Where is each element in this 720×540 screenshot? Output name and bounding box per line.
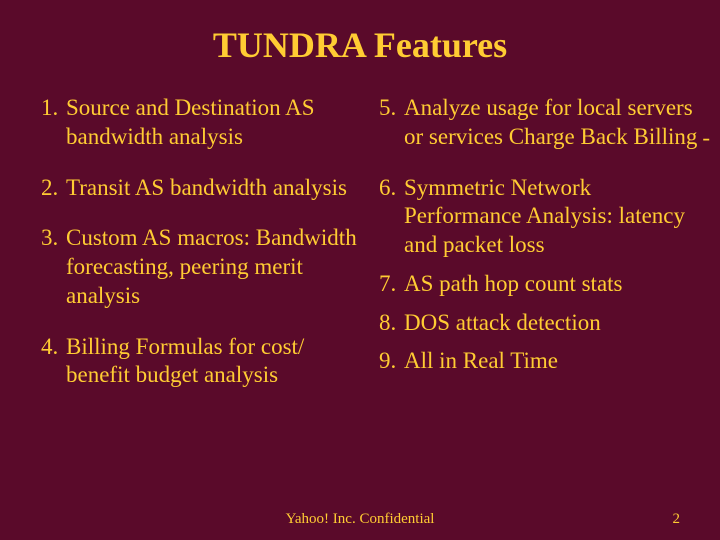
slide: TUNDRA Features Source and Destination A… — [0, 0, 720, 540]
list-item: All in Real Time — [402, 347, 698, 376]
list-item: Analyze usage for local servers or servi… — [402, 94, 698, 152]
page-number: 2 — [673, 511, 681, 528]
feature-list-left: Source and Destination AS bandwidth anal… — [22, 94, 360, 390]
list-item: Transit AS bandwidth analysis — [64, 174, 360, 203]
list-item: Source and Destination AS bandwidth anal… — [64, 94, 360, 152]
feature-list-right: Analyze usage for local servers or servi… — [360, 94, 698, 376]
list-item: Custom AS macros: Bandwidth forecasting,… — [64, 224, 360, 310]
dash-mark: - — [702, 125, 710, 151]
slide-body: Source and Destination AS bandwidth anal… — [22, 94, 698, 480]
right-column: Analyze usage for local servers or servi… — [360, 94, 698, 480]
footer-text: Yahoo! Inc. Confidential — [0, 511, 720, 528]
left-column: Source and Destination AS bandwidth anal… — [22, 94, 360, 480]
list-item: DOS attack detection — [402, 309, 698, 338]
list-item: Billing Formulas for cost/ benefit budge… — [64, 333, 360, 391]
list-item: AS path hop count stats — [402, 270, 698, 299]
slide-title: TUNDRA Features — [0, 0, 720, 76]
list-item: Symmetric Network Performance Analysis: … — [402, 174, 698, 260]
